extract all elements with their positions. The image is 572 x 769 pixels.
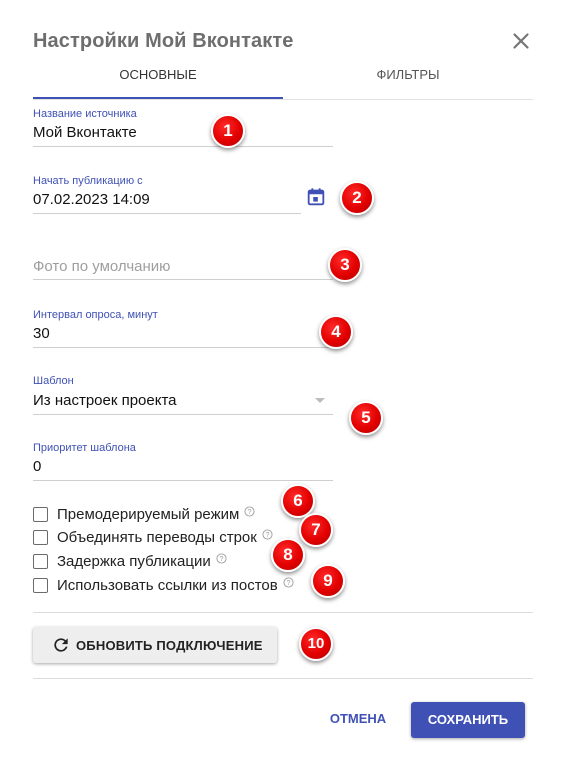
cancel-button[interactable]: ОТМЕНА	[320, 704, 396, 734]
annotation-marker-7: 7	[299, 513, 333, 547]
tab-bar: ОСНОВНЫЕ ФИЛЬТРЫ	[33, 56, 533, 100]
close-icon[interactable]	[508, 28, 534, 54]
save-button[interactable]: СОХРАНИТЬ	[411, 702, 525, 738]
calendar-icon[interactable]	[305, 186, 327, 208]
default-photo-placeholder: Фото по умолчанию	[33, 258, 171, 275]
divider	[33, 612, 533, 613]
template-label: Шаблон	[33, 375, 74, 387]
template-priority-field[interactable]: Приоритет шаблона 0	[33, 442, 333, 482]
annotation-marker-8: 8	[271, 538, 305, 572]
poll-interval-underline	[33, 347, 333, 348]
start-publication-field[interactable]: Начать публикацию с 07.02.2023 14:09	[33, 175, 303, 215]
checkbox-publication-delay[interactable]: Задержка публикации ?	[33, 550, 227, 572]
svg-text:?: ?	[286, 578, 290, 587]
start-publication-label: Начать публикацию с	[33, 175, 143, 187]
annotation-marker-1: 1	[211, 114, 245, 148]
refresh-connection-button[interactable]: ОБНОВИТЬ ПОДКЛЮЧЕНИЕ	[33, 627, 277, 663]
svg-text:?: ?	[265, 530, 269, 539]
refresh-icon	[51, 635, 71, 655]
default-photo-field[interactable]: Фото по умолчанию	[33, 258, 333, 282]
checkbox-label: Использовать ссылки из постов	[57, 576, 278, 594]
checkbox-label: Премодерируемый режим	[57, 505, 240, 523]
checkbox-use-post-links[interactable]: Использовать ссылки из постов ?	[33, 574, 294, 596]
annotation-marker-3: 3	[328, 248, 362, 282]
poll-interval-label: Интервал опроса, минут	[33, 309, 158, 321]
default-photo-underline	[33, 279, 333, 280]
checkbox-box[interactable]	[33, 529, 48, 545]
svg-text:?: ?	[248, 507, 252, 516]
annotation-marker-9: 9	[311, 564, 345, 598]
checkbox-box[interactable]	[33, 577, 48, 593]
source-name-value[interactable]: Мой Вконтакте	[33, 124, 137, 141]
start-publication-value[interactable]: 07.02.2023 14:09	[33, 191, 150, 208]
poll-interval-field[interactable]: Интервал опроса, минут 30	[33, 309, 333, 349]
active-tab-indicator	[33, 97, 283, 99]
template-priority-label: Приоритет шаблона	[33, 442, 136, 454]
divider	[33, 678, 533, 679]
help-icon[interactable]: ?	[216, 552, 227, 564]
dialog-title: Настройки Мой Вконтакте	[33, 30, 294, 52]
annotation-marker-10: 10	[299, 627, 333, 661]
checkbox-label: Задержка публикации	[57, 552, 211, 570]
checkbox-box[interactable]	[33, 553, 48, 569]
template-underline	[33, 414, 333, 415]
template-select[interactable]: Шаблон Из настроек проекта	[33, 375, 333, 415]
refresh-connection-label: ОБНОВИТЬ ПОДКЛЮЧЕНИЕ	[76, 637, 263, 653]
start-publication-underline	[33, 213, 301, 214]
checkbox-premoderation[interactable]: Премодерируемый режим ?	[33, 503, 255, 525]
tab-main[interactable]: ОСНОВНЫЕ	[33, 56, 283, 100]
annotation-marker-2: 2	[340, 181, 374, 215]
help-icon[interactable]: ?	[283, 576, 294, 588]
svg-text:?: ?	[219, 554, 223, 563]
checkbox-label: Объединять переводы строк	[57, 528, 257, 546]
help-icon[interactable]: ?	[262, 528, 273, 540]
dropdown-arrow-icon[interactable]	[315, 398, 325, 403]
source-name-field[interactable]: Название источника Мой Вконтакте	[33, 108, 333, 148]
checkbox-merge-line-breaks[interactable]: Объединять переводы строк ?	[33, 526, 273, 548]
source-name-label: Название источника	[33, 108, 137, 120]
poll-interval-value[interactable]: 30	[33, 325, 50, 342]
template-value[interactable]: Из настроек проекта	[33, 392, 177, 409]
settings-dialog: Настройки Мой Вконтакте ОСНОВНЫЕ ФИЛЬТРЫ…	[0, 0, 572, 769]
annotation-marker-5: 5	[349, 401, 383, 435]
help-icon[interactable]: ?	[244, 505, 255, 517]
annotation-marker-4: 4	[319, 315, 353, 349]
tab-filters[interactable]: ФИЛЬТРЫ	[283, 56, 533, 100]
checkbox-box[interactable]	[33, 506, 48, 522]
template-priority-underline	[33, 480, 333, 481]
template-priority-value[interactable]: 0	[33, 458, 41, 475]
source-name-underline	[33, 146, 333, 147]
